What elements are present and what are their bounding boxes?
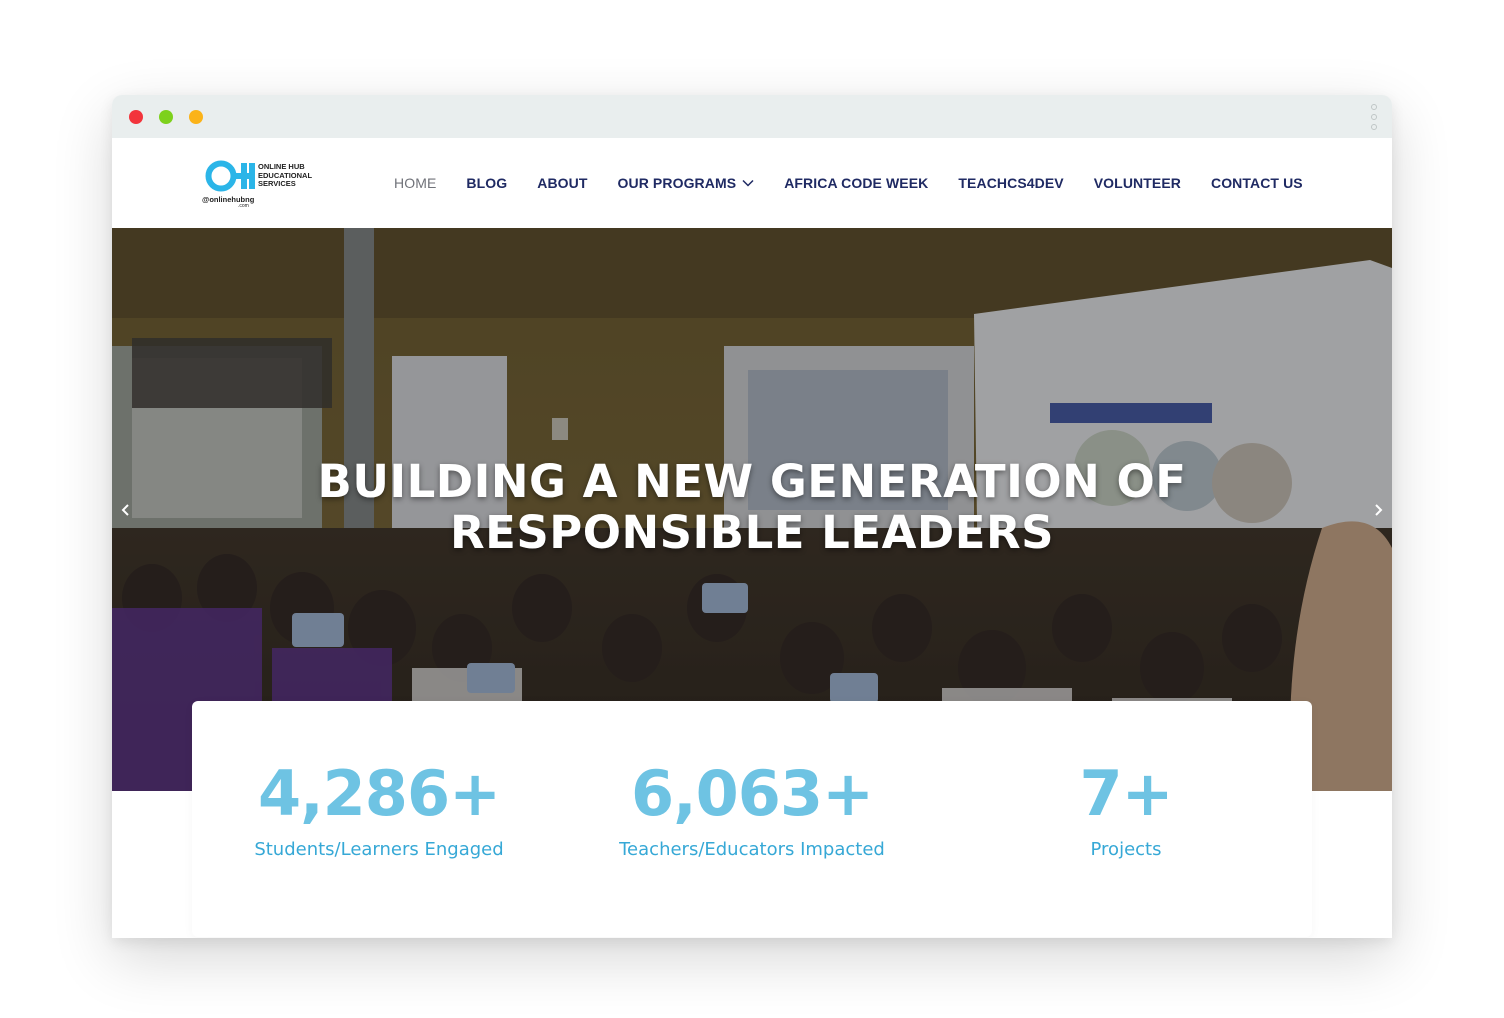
maximize-window-button[interactable] (159, 110, 173, 124)
stat-students-label: Students/Learners Engaged (254, 839, 504, 860)
site-header: ONLINE HUB EDUCATIONAL SERVICES @onlineh… (112, 138, 1392, 228)
nav-item-home[interactable]: HOME (394, 175, 436, 191)
hero-title-line-1: BUILDING A NEW GENERATION OF (317, 455, 1187, 508)
stat-students: 4,286+ Students/Learners Engaged (222, 701, 536, 861)
logo-line-3: SERVICES (258, 179, 296, 188)
stat-projects-value: 7+ (1079, 757, 1173, 830)
minimize-window-button[interactable] (189, 110, 203, 124)
logo-text: ONLINE HUB EDUCATIONAL SERVICES (258, 162, 338, 189)
close-window-button[interactable] (129, 110, 143, 124)
chevron-left-icon (121, 504, 129, 516)
nav-item-volunteer[interactable]: VOLUNTEER (1094, 175, 1181, 191)
nav-item-teachcs4dev[interactable]: TEACHCS4DEV (958, 175, 1063, 191)
stat-projects: 7+ Projects (971, 701, 1281, 861)
chevron-down-icon (742, 179, 754, 187)
stats-card: 4,286+ Students/Learners Engaged 6,063+ … (192, 701, 1312, 937)
nav-item-our-programs-label: OUR PROGRAMS (617, 175, 737, 191)
stat-students-value: 4,286+ (257, 757, 501, 830)
main-nav: HOME BLOG ABOUT OUR PROGRAMS AFRICA CODE… (394, 138, 1303, 228)
browser-titlebar (112, 95, 1392, 138)
page-stage: ONLINE HUB EDUCATIONAL SERVICES @onlineh… (0, 0, 1504, 1018)
nav-item-about[interactable]: ABOUT (537, 175, 587, 191)
slider-prev-button[interactable] (116, 500, 136, 520)
stat-teachers-value: 6,063+ (630, 757, 874, 830)
stat-projects-label: Projects (1090, 839, 1162, 860)
logo-mark-icon (205, 160, 255, 192)
site-logo[interactable]: ONLINE HUB EDUCATIONAL SERVICES @onlineh… (202, 156, 332, 210)
logo-handle-suffix: .com (238, 203, 249, 209)
browser-window: ONLINE HUB EDUCATIONAL SERVICES @onlineh… (112, 95, 1392, 938)
hero-title-line-2: RESPONSIBLE LEADERS (449, 506, 1055, 559)
slider-next-button[interactable] (1368, 500, 1388, 520)
nav-item-contact-us[interactable]: CONTACT US (1211, 175, 1303, 191)
nav-item-blog[interactable]: BLOG (466, 175, 507, 191)
stat-teachers: 6,063+ Teachers/Educators Impacted (596, 701, 908, 861)
nav-item-africa-code-week[interactable]: AFRICA CODE WEEK (784, 175, 928, 191)
stat-teachers-label: Teachers/Educators Impacted (619, 839, 885, 860)
browser-menu-icon[interactable] (1368, 104, 1380, 130)
chevron-right-icon (1375, 504, 1383, 516)
hero-title: BUILDING A NEW GENERATION OF RESPONSIBLE… (112, 456, 1392, 558)
nav-item-our-programs[interactable]: OUR PROGRAMS (618, 175, 755, 191)
